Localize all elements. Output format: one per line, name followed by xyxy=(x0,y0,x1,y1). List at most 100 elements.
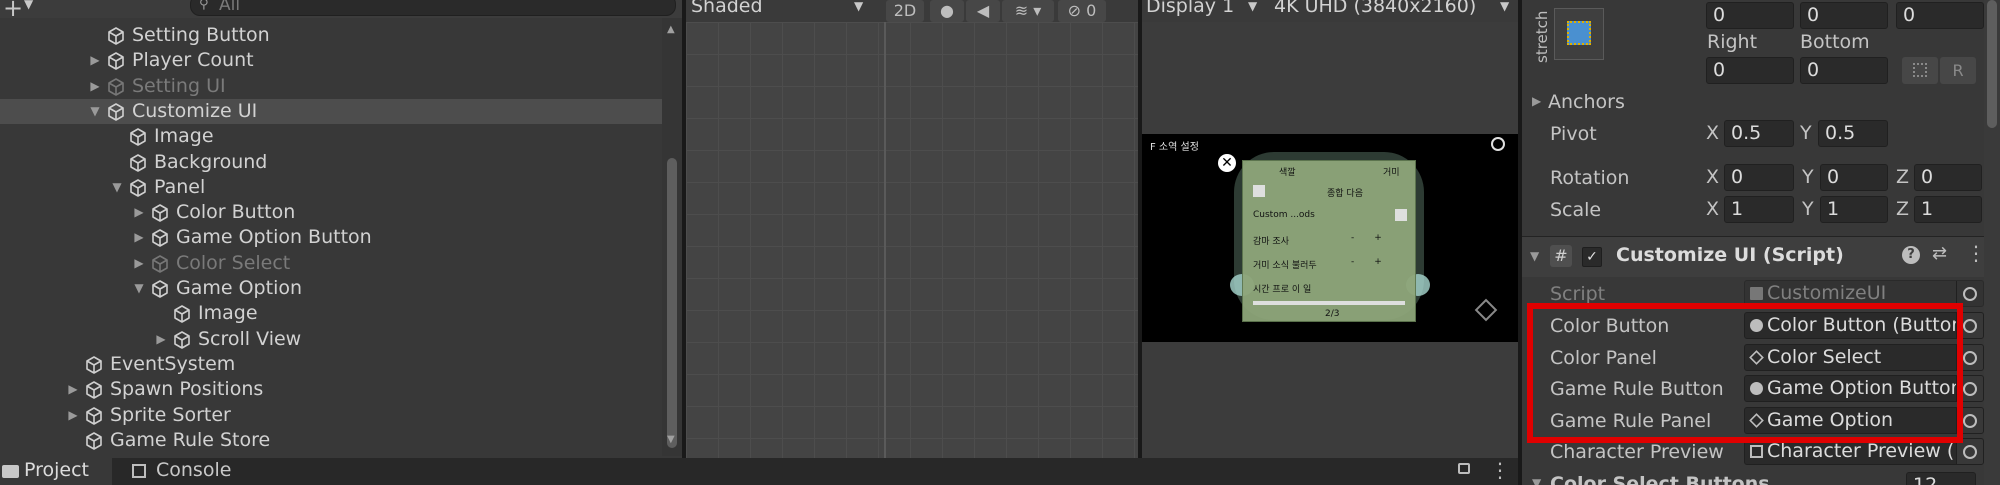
gameobject-cube-icon xyxy=(172,304,192,324)
foldout-collapsed-icon[interactable]: ▶ xyxy=(132,200,146,225)
raw-edit-button[interactable]: R xyxy=(1940,57,1976,84)
foldout-expanded-icon[interactable]: ▼ xyxy=(132,276,146,301)
color-select-buttons-label[interactable]: Color Select Buttons xyxy=(1550,472,1770,485)
audio-toggle-button[interactable]: ◀ xyxy=(966,0,1000,22)
foldout-collapsed-icon[interactable]: ▶ xyxy=(132,225,146,250)
hierarchy-item[interactable]: ▶ Player Count xyxy=(0,48,662,73)
game-tab-right[interactable]: 거미 xyxy=(1383,165,1400,178)
game-row-1: 종합 다음 xyxy=(1327,189,1363,199)
game-scrollbar[interactable] xyxy=(1253,301,1405,305)
foldout-collapsed-icon[interactable]: ▶ xyxy=(66,403,80,428)
hierarchy-item[interactable]: ▼ Panel xyxy=(0,175,662,200)
scale-z-label: Z xyxy=(1896,198,1910,220)
hierarchy-item[interactable]: ▶ Color Button xyxy=(0,200,662,225)
hierarchy-item[interactable]: Background xyxy=(0,150,662,175)
rotation-x-field[interactable]: 0 xyxy=(1724,164,1794,191)
scrollbar-thumb[interactable] xyxy=(1987,0,1997,128)
foldout-expanded-icon[interactable]: ▼ xyxy=(88,99,102,124)
hierarchy-item[interactable]: Image xyxy=(0,301,662,326)
2d-toggle-button[interactable]: 2D xyxy=(886,0,924,22)
hierarchy-item[interactable]: ▼ Game Option xyxy=(0,276,662,301)
rotation-z-field[interactable]: 0 xyxy=(1914,164,1982,191)
scroll-up-icon[interactable]: ▲ xyxy=(667,24,675,35)
hierarchy-search-input[interactable]: ⚲ All xyxy=(190,0,676,16)
blueprint-mode-button[interactable] xyxy=(1902,57,1938,84)
foldout-collapsed-icon[interactable]: ▶ xyxy=(154,327,168,352)
scene-view[interactable] xyxy=(686,22,1138,458)
effects-toggle-button[interactable]: ≋ ▾ xyxy=(1002,0,1054,22)
hierarchy-item[interactable]: ▶ Color Select xyxy=(0,251,662,276)
2d-toggle-label: 2D xyxy=(893,1,917,20)
scale-x-field[interactable]: 1 xyxy=(1724,196,1794,223)
hierarchy-item[interactable]: ▶ Spawn Positions xyxy=(0,377,662,402)
hierarchy-item[interactable]: Image xyxy=(0,124,662,149)
scale-z-field[interactable]: 1 xyxy=(1914,196,1982,223)
hidden-count: 0 xyxy=(1086,1,1097,20)
foldout-collapsed-icon[interactable]: ▶ xyxy=(88,74,102,99)
hierarchy-item[interactable]: Game Rule Store xyxy=(0,428,662,453)
rotation-z-label: Z xyxy=(1896,166,1910,188)
gameobject-cube-icon xyxy=(106,102,126,122)
chevron-down-icon[interactable]: ▼ xyxy=(24,0,33,11)
rect-transform-field[interactable]: 0 xyxy=(1800,2,1888,29)
rect-transform-field[interactable]: 0 xyxy=(1896,2,1984,29)
component-enabled-checkbox[interactable]: ✓ xyxy=(1582,247,1602,267)
add-icon[interactable]: + xyxy=(3,0,23,22)
hidden-objects-toggle[interactable]: ⊘ 0 xyxy=(1058,0,1106,22)
foldout-collapsed-icon[interactable]: ▶ xyxy=(88,48,102,73)
bottom-field[interactable]: 0 xyxy=(1800,57,1888,84)
hierarchy-item[interactable]: ▶ Sprite Sorter xyxy=(0,403,662,428)
game-checkbox[interactable] xyxy=(1395,209,1407,221)
gameobject-cube-icon xyxy=(150,228,170,248)
anchors-arrow-icon[interactable]: ▶ xyxy=(1532,94,1541,108)
game-row-4-controls[interactable]: - + xyxy=(1351,257,1382,267)
hierarchy-item[interactable]: ▶ Scroll View xyxy=(0,327,662,352)
hierarchy-item[interactable]: ▶ Setting UI xyxy=(0,74,662,99)
game-tab-left[interactable]: 색깔 xyxy=(1279,165,1296,178)
game-checkbox[interactable] xyxy=(1253,185,1265,197)
scale-y-field[interactable]: 1 xyxy=(1820,196,1888,223)
color-select-buttons-size[interactable]: 12 xyxy=(1906,472,1976,485)
scroll-down-icon[interactable]: ▼ xyxy=(667,434,675,445)
component-menu-icon[interactable]: ⋮ xyxy=(1966,241,1986,265)
lock-icon[interactable] xyxy=(1458,463,1470,474)
lighting-toggle-button[interactable]: ● xyxy=(930,0,964,22)
component-header[interactable]: ▼ # ✓ Customize UI (Script) ? ⇄ ⋮ xyxy=(1522,237,2000,277)
resolution-dropdown[interactable]: 4K UHD (3840x2160) ▼ xyxy=(1274,0,1518,22)
hierarchy-item[interactable]: ▶ Game Option Button xyxy=(0,225,662,250)
foldout-collapsed-icon[interactable]: ▶ xyxy=(132,251,146,276)
rotation-y-field[interactable]: 0 xyxy=(1820,164,1888,191)
foldout-arrow-icon[interactable]: ▼ xyxy=(1530,249,1539,263)
shading-mode-dropdown[interactable]: Shaded ▼ xyxy=(686,0,874,22)
tab-project[interactable]: Project xyxy=(0,458,112,485)
hierarchy-item[interactable]: EventSystem xyxy=(0,352,662,377)
object-picker-icon[interactable] xyxy=(1956,439,1983,465)
hierarchy-scrollbar[interactable]: ▲ ▼ xyxy=(662,18,682,456)
more-menu-icon[interactable]: ⋮ xyxy=(1490,458,1510,482)
hierarchy-item-label: Image xyxy=(154,125,214,148)
game-row-3-controls[interactable]: - + xyxy=(1351,233,1382,243)
hierarchy-item[interactable]: Setting Button xyxy=(0,23,662,48)
tab-console[interactable]: Console xyxy=(130,458,270,485)
help-icon[interactable]: ? xyxy=(1902,246,1920,264)
settings-gear-icon[interactable] xyxy=(1491,137,1505,151)
game-view[interactable]: F 소역 설정 색깔 거미 종합 다음 Custom ...ods 감마 조사 … xyxy=(1142,22,1518,458)
folder-icon xyxy=(2,465,19,478)
foldout-arrow-icon[interactable]: ▼ xyxy=(1532,476,1541,485)
pivot-y-field[interactable]: 0.5 xyxy=(1818,120,1888,147)
foldout-expanded-icon[interactable]: ▼ xyxy=(110,175,124,200)
inspector-scrollbar[interactable] xyxy=(1984,0,2000,485)
right-field[interactable]: 0 xyxy=(1706,57,1794,84)
hierarchy-item[interactable]: ▼ Customize UI xyxy=(0,98,662,124)
foldout-collapsed-icon[interactable]: ▶ xyxy=(66,377,80,402)
game-viewport[interactable]: F 소역 설정 색깔 거미 종합 다음 Custom ...ods 감마 조사 … xyxy=(1142,134,1518,342)
pivot-x-field[interactable]: 0.5 xyxy=(1724,120,1794,147)
anchors-label[interactable]: Anchors xyxy=(1548,90,1625,114)
display-dropdown[interactable]: Display 1 ▼ xyxy=(1142,0,1268,22)
preset-sliders-icon[interactable]: ⇄ xyxy=(1932,243,1947,264)
scrollbar-thumb[interactable] xyxy=(667,158,677,448)
anchor-presets-button[interactable] xyxy=(1554,8,1604,60)
layers-icon: ≋ ▾ xyxy=(1014,1,1042,20)
rect-transform-field[interactable]: 0 xyxy=(1706,2,1794,29)
close-icon[interactable]: ✕ xyxy=(1218,154,1236,172)
